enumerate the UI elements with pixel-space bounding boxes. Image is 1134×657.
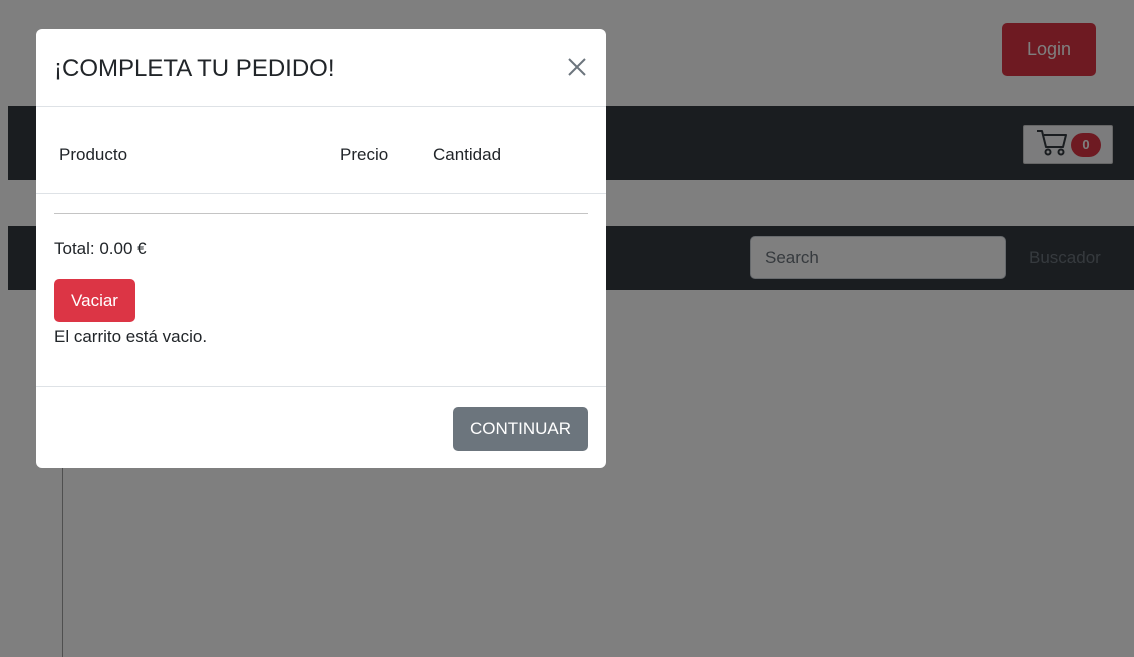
cart-total: Total: 0.00 € xyxy=(54,239,147,258)
empty-cart-button[interactable]: Vaciar xyxy=(54,279,135,322)
empty-cart-message: El carrito está vacio. xyxy=(54,327,208,346)
continue-button[interactable]: CONTINUAR xyxy=(453,407,588,451)
divider xyxy=(54,213,588,214)
modal-title: ¡COMPLETA TU PEDIDO! xyxy=(54,55,335,82)
modal-footer: CONTINUAR xyxy=(36,386,606,468)
modal-header: ¡COMPLETA TU PEDIDO! xyxy=(36,29,606,107)
order-modal: ¡COMPLETA TU PEDIDO! Producto Precio Can… xyxy=(36,29,606,468)
column-header-cantidad: Cantidad xyxy=(433,145,502,164)
column-header-precio: Precio xyxy=(340,145,389,164)
table-header-row: Producto Precio Cantidad xyxy=(36,107,606,194)
column-header-producto: Producto xyxy=(59,145,128,164)
close-icon xyxy=(568,58,586,76)
modal-backdrop[interactable]: ¡COMPLETA TU PEDIDO! Producto Precio Can… xyxy=(0,0,1134,657)
close-button[interactable] xyxy=(565,55,589,79)
